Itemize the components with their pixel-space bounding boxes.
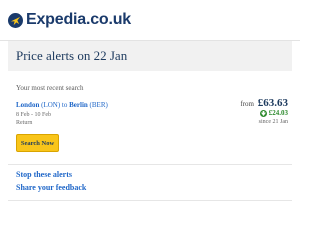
expedia-logo[interactable]: Expedia.co.uk [8,10,131,30]
drop-amount: £24.03 [268,109,288,117]
dest-code: (BER) [89,101,108,109]
section-label: Your most recent search [16,84,84,92]
down-arrow-icon [259,110,267,117]
origin-code: (LON) [41,101,61,109]
dest-city: Berlin [69,101,88,109]
trip-details: 8 Feb - 10 Feb Return [16,111,51,127]
search-now-button[interactable]: Search Now [16,134,59,152]
banner-title: Price alerts on 22 Jan [16,48,128,63]
route-link[interactable]: London (LON) to Berlin (BER) [16,101,108,109]
stop-alerts-link[interactable]: Stop these alerts [16,170,72,179]
route-connector: to [61,101,68,109]
email-header: Expedia.co.uk [0,0,300,41]
trip-type: Return [16,120,33,126]
origin-city: London [16,101,40,109]
from-label: from [240,100,254,108]
divider [8,164,292,165]
plane-icon [8,12,23,28]
since-date: since 21 Jan [258,119,288,125]
trip-dates: 8 Feb - 10 Feb [16,112,51,118]
brand-name: Expedia.co.uk [26,11,131,28]
price-block: from £63.63 £24.03 since 21 Jan [240,98,288,126]
share-feedback-link[interactable]: Share your feedback [16,183,86,192]
price-line: from £63.63 [240,98,288,109]
alert-banner: Price alerts on 22 Jan [8,41,292,71]
footer-divider [8,200,292,201]
current-price: £63.63 [257,97,288,109]
price-drop: £24.03 [240,109,288,118]
